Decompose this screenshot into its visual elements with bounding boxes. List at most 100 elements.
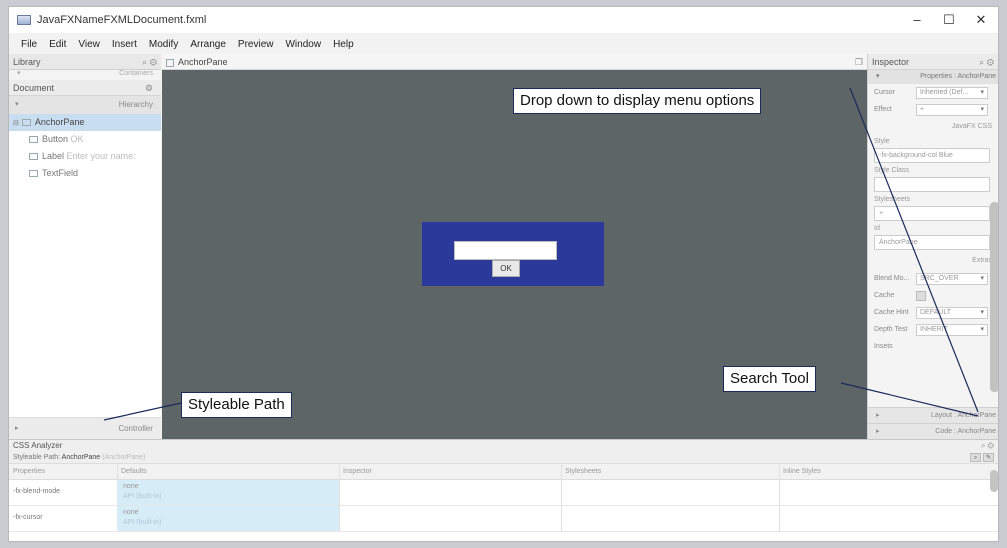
cursor-row: Cursor Inherited (Def... (868, 84, 998, 101)
column-stylesheets[interactable]: Stylesheets (561, 464, 601, 480)
table-row[interactable]: -fx-blend-mode none API (built-in) (9, 480, 998, 506)
id-label: Id (874, 225, 880, 232)
annotation-styleable-callout: Styleable Path (181, 392, 292, 418)
column-divider (339, 506, 340, 531)
depth-test-label: Depth Test (874, 326, 908, 333)
style-label: Style (874, 138, 890, 145)
tree-item-label[interactable]: Label Enter your name: (9, 148, 161, 165)
inspector-header: Inspector ⌕ ⚙ (868, 54, 998, 70)
menu-edit[interactable]: Edit (49, 39, 66, 50)
code-label: Code : AnchorPane (935, 428, 996, 435)
menu-file[interactable]: File (21, 39, 37, 50)
css-analyzer-header: CSS Analyzer ⌕ ⚙ (9, 440, 998, 452)
controller-arrow-icon: ▸ (15, 425, 19, 432)
annotation-search-callout: Search Tool (723, 366, 816, 392)
hierarchy-header[interactable]: ▾ Hierarchy (9, 96, 161, 114)
menu-arrange[interactable]: Arrange (190, 39, 226, 50)
menu-help[interactable]: Help (333, 39, 354, 50)
search-tools: ⌕ ✎ (970, 453, 994, 462)
property-name: -fx-cursor (13, 514, 43, 521)
cache-hint-dropdown[interactable]: DEFAULT (916, 307, 988, 319)
menu-window[interactable]: Window (285, 39, 321, 50)
library-section-label: Containers (119, 70, 153, 77)
expand-icon[interactable]: ❐ (855, 54, 863, 70)
controller-section[interactable]: ▸ Controller (9, 417, 161, 439)
anchorpane-icon (21, 119, 31, 127)
app-icon (17, 15, 31, 25)
column-properties[interactable]: Properties (9, 464, 45, 480)
tree-item-anchorpane[interactable]: ⊟ AnchorPane (9, 114, 161, 131)
ok-button-preview[interactable]: OK (492, 260, 520, 277)
tree-item-textfield[interactable]: TextField (9, 165, 161, 182)
hierarchy-label: Hierarchy (118, 100, 153, 109)
search-tool-icon[interactable]: ⌕ (970, 453, 981, 462)
default-source: API (built-in) (123, 519, 162, 526)
column-divider (339, 464, 340, 479)
cursor-dropdown[interactable]: Inherited (Def... (916, 87, 988, 99)
depth-test-dropdown[interactable]: INHERIT (916, 324, 988, 336)
styleable-path-value[interactable]: AnchorPane (62, 454, 101, 461)
cache-checkbox[interactable] (916, 291, 926, 301)
cursor-label: Cursor (874, 89, 896, 96)
styleclass-field[interactable] (874, 177, 990, 192)
library-title: Library (13, 57, 41, 67)
edit-tool-icon[interactable]: ✎ (983, 453, 994, 462)
menu-view[interactable]: View (78, 39, 100, 50)
add-stylesheet-icon[interactable]: + (879, 210, 883, 217)
cache-label: Cache (874, 292, 895, 299)
css-analyzer-search-icon[interactable]: ⌕ ⚙ (981, 440, 994, 452)
cache-hint-label: Cache Hint (874, 309, 909, 316)
library-panel-header[interactable]: Library ⌕ ⚙ (9, 54, 161, 70)
tree-item-name: TextField (42, 168, 79, 178)
code-section-bar[interactable]: ▸ Code : AnchorPane (868, 423, 998, 439)
id-field[interactable]: AnchorPane (874, 235, 990, 250)
blend-mode-row: Blend Mo... SRC_OVER (868, 270, 998, 287)
canvas-breadcrumb: AnchorPane ❐ (162, 54, 867, 70)
menu-preview[interactable]: Preview (238, 39, 274, 50)
collapse-icon[interactable]: ⊟ (13, 120, 19, 127)
document-gear-icon[interactable]: ⚙ (145, 80, 153, 96)
anchorpane-preview[interactable]: OK (422, 222, 604, 286)
tree-item-button[interactable]: Button OK (9, 131, 161, 148)
close-button[interactable]: ✕ (961, 7, 998, 33)
library-search-icon[interactable]: ⌕ ⚙ (142, 54, 157, 70)
css-analyzer-scrollbar[interactable] (990, 470, 998, 492)
css-table-header: Properties Defaults Inspector Stylesheet… (9, 464, 998, 480)
layout-arrow-icon: ▸ (876, 412, 880, 419)
stylesheets-field[interactable]: + (874, 206, 990, 221)
css-analyzer-panel: CSS Analyzer ⌕ ⚙ Styleable Path: AnchorP… (9, 439, 998, 541)
menu-modify[interactable]: Modify (149, 39, 178, 50)
properties-arrow-icon: ▾ (876, 73, 880, 80)
textfield-icon (29, 170, 38, 178)
column-divider (117, 464, 118, 479)
column-divider (779, 464, 780, 479)
title-bar: JavaFXNameFXMLDocument.fxml – ☐ ✕ (9, 7, 998, 33)
insets-row: Insets (868, 338, 998, 355)
table-row[interactable]: -fx-cursor none API (built-in) (9, 506, 998, 532)
textfield-preview[interactable] (454, 241, 557, 260)
properties-section-header[interactable]: ▾ Properties : AnchorPane (868, 70, 998, 84)
stylesheets-label: Stylesheets (874, 196, 911, 203)
blend-mode-label: Blend Mo... (874, 275, 910, 282)
breadcrumb-item[interactable]: AnchorPane (178, 57, 228, 67)
blend-mode-dropdown[interactable]: SRC_OVER (916, 273, 988, 285)
inspector-panel: Inspector ⌕ ⚙ ▾ Properties : AnchorPane … (867, 54, 998, 439)
column-divider (339, 480, 340, 505)
menu-insert[interactable]: Insert (112, 39, 137, 50)
effect-dropdown[interactable]: + (916, 104, 988, 116)
inspector-search-icon[interactable]: ⌕ ⚙ (979, 54, 994, 70)
column-defaults[interactable]: Defaults (117, 464, 147, 480)
library-section[interactable]: ▾ Containers (9, 70, 161, 80)
column-inline-styles[interactable]: Inline Styles (779, 464, 821, 480)
layout-section-bar[interactable]: ▸ Layout : AnchorPane (868, 407, 998, 423)
cache-hint-row: Cache Hint DEFAULT (868, 304, 998, 321)
column-inspector[interactable]: Inspector (339, 464, 372, 480)
layout-label: Layout : AnchorPane (931, 412, 996, 419)
inspector-scrollbar[interactable] (990, 202, 998, 392)
application-window: JavaFXNameFXMLDocument.fxml – ☐ ✕ File E… (8, 6, 999, 542)
insets-label: Insets (874, 343, 893, 350)
column-divider (779, 480, 780, 505)
default-source: API (built-in) (123, 493, 162, 500)
style-field[interactable]: -fx-background-col Blue (874, 148, 990, 163)
css-analyzer-title: CSS Analyzer (13, 441, 63, 450)
